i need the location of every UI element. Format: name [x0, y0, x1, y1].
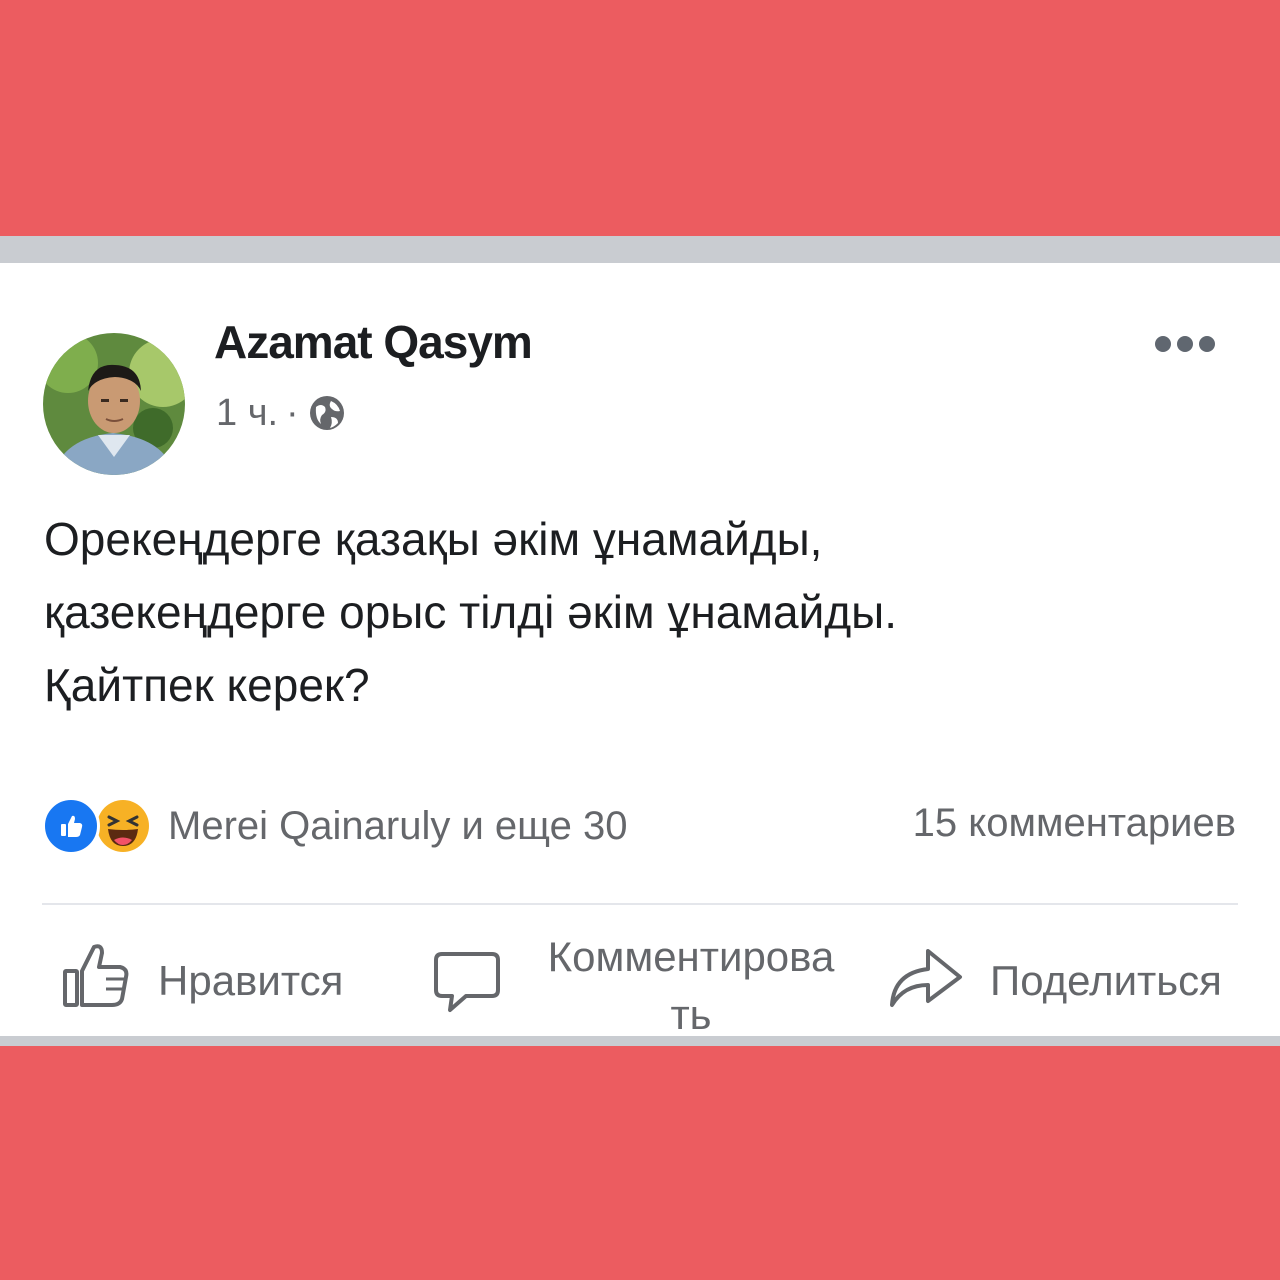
thumbs-up-icon: [62, 941, 132, 1021]
post-text-line: Орекеңдерге қазақы әкім ұнамайды,: [44, 513, 823, 565]
like-label: Нравится: [158, 957, 344, 1004]
post-time[interactable]: 1 ч.: [216, 392, 278, 435]
post-text-line: қазекеңдерге орыс тілді әкім ұнамайды.: [44, 586, 897, 638]
actions-divider: [42, 903, 1238, 905]
haha-reaction-icon: [94, 797, 152, 855]
avatar-photo: [43, 333, 185, 475]
post-text: Орекеңдерге қазақы әкім ұнамайды, қазеке…: [44, 503, 1244, 722]
meta-separator: ·: [286, 391, 299, 434]
background-top: [0, 0, 1280, 236]
more-horizontal-icon-dot: [1199, 336, 1215, 352]
comment-bubble-icon: [432, 946, 502, 1026]
facebook-post-card: Azamat Qasym 1 ч. · Орекеңдерге қазақы ә…: [0, 236, 1280, 1046]
comments-count[interactable]: 15 комментариев: [913, 801, 1236, 846]
share-arrow-icon: [888, 941, 964, 1021]
like-button[interactable]: Нравится: [62, 943, 343, 1019]
more-horizontal-icon: [1155, 336, 1171, 352]
post-meta: 1 ч. ·: [216, 390, 347, 436]
author-name[interactable]: Azamat Qasym: [214, 315, 533, 369]
comment-label-line1: Комментирова: [547, 933, 835, 980]
share-button[interactable]: Поделиться: [888, 943, 1222, 1019]
more-horizontal-icon-dot: [1177, 336, 1193, 352]
reaction-names[interactable]: Merei Qainaruly и еще 30: [168, 804, 627, 849]
comment-button[interactable]: Комментирова ть: [432, 931, 856, 1041]
more-options-button[interactable]: [1150, 329, 1220, 359]
reactions-summary[interactable]: Merei Qainaruly и еще 30: [42, 793, 627, 859]
post-text-line: Қайтпек керек?: [44, 659, 370, 711]
author-avatar[interactable]: [43, 333, 185, 475]
comment-label: Комментирова ть: [526, 928, 856, 1044]
share-label: Поделиться: [990, 957, 1222, 1004]
globe-icon: [307, 393, 347, 433]
like-reaction-icon: [42, 797, 100, 855]
background-bottom: [0, 1046, 1280, 1280]
comment-label-line2: ть: [670, 991, 712, 1038]
